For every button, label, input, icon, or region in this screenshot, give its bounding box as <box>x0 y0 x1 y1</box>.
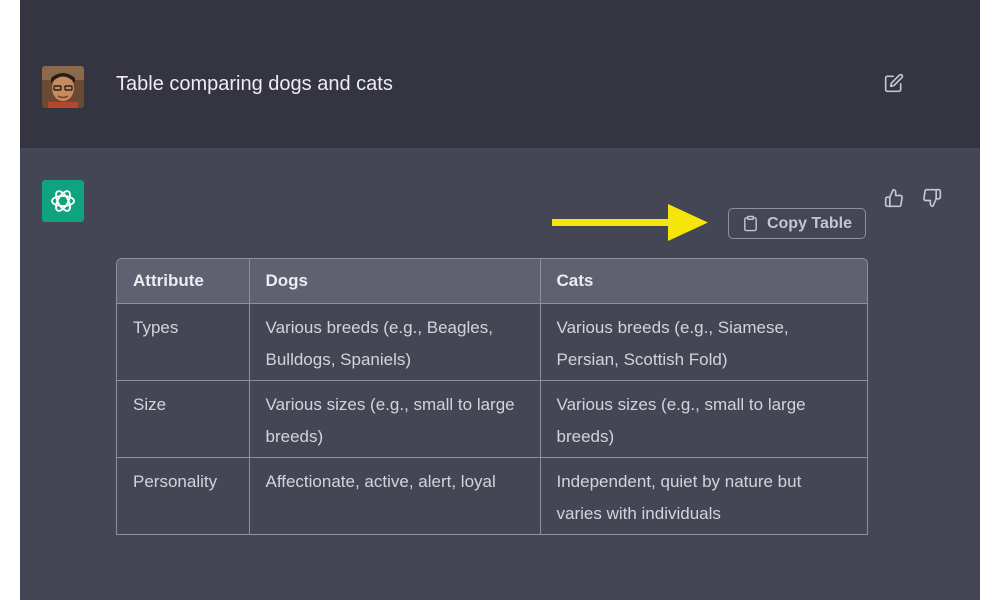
table-row: Size Various sizes (e.g., small to large… <box>117 379 867 457</box>
table-cell: Various breeds (e.g., Siamese, Persian, … <box>540 302 867 380</box>
table-row: Personality Affectionate, active, alert,… <box>117 456 867 535</box>
table-cell: Personality <box>117 456 250 535</box>
thumbs-up-button[interactable] <box>882 186 906 210</box>
table-header-row: Attribute Dogs Cats <box>117 259 867 303</box>
thumbs-up-icon <box>884 188 903 208</box>
arrow-right-icon <box>552 204 708 241</box>
table-row: Types Various breeds (e.g., Beagles, Bul… <box>117 302 867 380</box>
user-avatar <box>42 66 84 108</box>
user-message-row: Table comparing dogs and cats <box>20 0 980 148</box>
edit-message-button[interactable] <box>882 71 906 95</box>
thumbs-down-icon <box>923 188 942 208</box>
table-header-cell: Dogs <box>249 259 541 303</box>
table-cell: Various sizes (e.g., small to large bree… <box>540 379 867 457</box>
chat-window: Table comparing dogs and cats Copy Table… <box>20 0 980 600</box>
table-cell: Various breeds (e.g., Beagles, Bulldogs,… <box>249 302 541 380</box>
edit-icon <box>884 73 904 93</box>
copy-icon <box>744 215 757 232</box>
thumbs-down-button[interactable] <box>920 186 944 210</box>
copy-table-label: Copy Table <box>766 214 853 232</box>
table-header-cell: Cats <box>540 259 867 303</box>
table-header-cell: Attribute <box>117 259 250 303</box>
table-cell: Size <box>117 379 250 457</box>
table-cell: Affectionate, active, alert, loyal <box>249 456 541 535</box>
user-message-text: Table comparing dogs and cats <box>116 73 393 95</box>
comparison-table: Attribute Dogs Cats Types Various breeds… <box>116 258 868 535</box>
table-cell: Types <box>117 302 250 380</box>
table-cell: Independent, quiet by nature but varies … <box>540 456 867 535</box>
copy-table-button[interactable]: Copy Table <box>728 208 866 239</box>
table-cell: Various sizes (e.g., small to large bree… <box>249 379 541 457</box>
openai-logo-icon <box>42 180 84 222</box>
